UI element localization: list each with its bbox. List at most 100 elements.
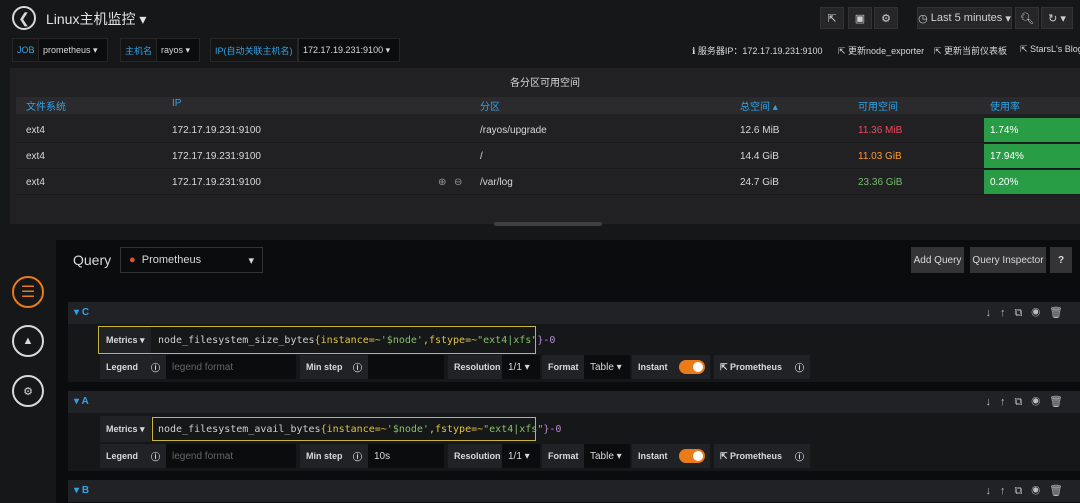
server-ip-link[interactable]: ℹ 服务器IP：172.17.19.231:9100 [692, 44, 823, 57]
query-letter: ▾ B [74, 485, 90, 496]
zoom-in-icon[interactable]: ⊕ [438, 177, 446, 188]
cell-total: 24.7 GiB [740, 177, 779, 188]
top-navbar: ❮ Linux主机监控 ▾ ⇱ ▣ ⚙ ◷ Last 5 minutes ▾ 🔍… [0, 0, 1080, 36]
info-icon: ⓘ [352, 362, 362, 373]
cell-available: 11.03 GiB [858, 151, 902, 162]
col-mount[interactable]: 分区 [480, 98, 500, 114]
query-tools[interactable]: ↓↑⧉◉🗑︎ [985, 395, 1072, 409]
resolution-label: Resolution [448, 444, 507, 468]
col-usage[interactable]: 使用率 [990, 98, 1020, 114]
time-picker[interactable]: ◷ Last 5 minutes ▾ [917, 7, 1012, 29]
cell-ip: 172.17.19.231:9100 [172, 151, 261, 162]
back-icon[interactable]: ❮ [12, 6, 36, 30]
cell-total: 14.4 GiB [740, 151, 779, 162]
query-row-header-b[interactable]: ▾ B ↓↑⧉◉🗑︎ [68, 480, 1080, 502]
general-settings-icon[interactable]: ⚙ [12, 375, 44, 407]
var-select-job[interactable]: prometheus ▾ [38, 38, 108, 62]
legend-label: Legend ⓘ [100, 444, 166, 468]
prometheus-link[interactable]: ⇱ Prometheus ⓘ [714, 444, 810, 468]
cell-mount: / [480, 151, 483, 162]
var-label-job: JOB [12, 38, 40, 62]
query-expression-input[interactable]: node_filesystem_avail_bytes {instance=~ '… [153, 418, 566, 440]
query-tools[interactable]: ↓↑⧉◉🗑︎ [985, 306, 1072, 320]
instant-toggle[interactable] [679, 449, 705, 463]
format-select[interactable]: Table ▾ [584, 355, 630, 379]
var-select-ip[interactable]: 172.17.19.231:9100 ▾ [298, 38, 400, 62]
visualization-icon[interactable]: ▲ [12, 325, 44, 357]
min-step-input[interactable]: 10s [368, 444, 444, 468]
cell-usage: 1.74% [984, 118, 1080, 142]
query-inspector-button[interactable]: Query Inspector [970, 247, 1046, 273]
min-step-input[interactable] [368, 355, 444, 379]
resolution-label: Resolution [448, 355, 507, 379]
metrics-button[interactable]: Metrics ▾ [100, 327, 151, 353]
help-button[interactable]: ? [1050, 247, 1072, 273]
query-letter: ▾ A [74, 396, 89, 407]
chevron-down-icon: ▾ [248, 254, 254, 267]
min-step-label: Min step ⓘ [300, 355, 368, 379]
var-select-hostname[interactable]: rayos ▾ [156, 38, 200, 62]
update-exporter-link[interactable]: ⇱ 更新node_exporter [838, 44, 924, 57]
query-row-header-a[interactable]: ▾ A ↓↑⧉◉🗑︎ [68, 391, 1080, 413]
cell-total: 12.6 MiB [740, 125, 780, 136]
table-row: ext4 172.17.19.231:9100 /rayos/upgrade 1… [16, 118, 1080, 143]
cell-fs: ext4 [26, 151, 45, 162]
query-letter: ▾ C [74, 307, 90, 318]
share-icon[interactable]: ⇱ [820, 7, 844, 29]
zoom-out-cell-icon[interactable]: ⊖ [454, 177, 462, 188]
query-label: Query [73, 252, 112, 268]
prometheus-icon: ● [129, 254, 136, 266]
legend-input[interactable]: legend format [166, 355, 296, 379]
datasource-select[interactable]: ● Prometheus ▾ [120, 247, 263, 273]
cell-mount: /var/log [480, 177, 513, 188]
cell-mount: /rayos/upgrade [480, 125, 547, 136]
info-icon: ⓘ [352, 451, 362, 462]
table-row: ext4 172.17.19.231:9100 ⊕ ⊖ /var/log 24.… [16, 170, 1080, 195]
var-label-hostname: 主机名 [120, 38, 158, 62]
resolution-select[interactable]: 1/1 ▾ [502, 355, 540, 379]
prometheus-link[interactable]: ⇱ Prometheus ⓘ [714, 355, 810, 379]
legend-label: Legend ⓘ [100, 355, 166, 379]
save-icon[interactable]: ▣ [848, 7, 872, 29]
table-row: ext4 172.17.19.231:9100 / 14.4 GiB 11.03… [16, 144, 1080, 169]
format-select[interactable]: Table ▾ [584, 444, 630, 468]
col-available[interactable]: 可用空间 [858, 98, 898, 114]
info-icon: ⓘ [794, 451, 804, 462]
info-icon: ⓘ [150, 451, 160, 462]
cell-ip: 172.17.19.231:9100 [172, 125, 261, 136]
add-query-button[interactable]: Add Query [911, 247, 964, 273]
cell-available: 23.36 GiB [858, 177, 903, 188]
query-expression-input[interactable]: node_filesystem_size_bytes {instance=~ '$n… [153, 329, 560, 351]
cell-usage: 0.20% [984, 170, 1080, 194]
info-icon: ⓘ [150, 362, 160, 373]
settings-icon[interactable]: ⚙ [874, 7, 898, 29]
cell-usage: 17.94% [984, 144, 1080, 168]
database-icon[interactable]: ☰ [12, 276, 44, 308]
zoom-out-icon[interactable]: 🔍︎ [1015, 7, 1039, 29]
panel-title[interactable]: 各分区可用空间 [10, 74, 1080, 89]
resolution-select[interactable]: 1/1 ▾ [502, 444, 540, 468]
update-dashboard-link[interactable]: ⇱ 更新当前仪表板 [934, 44, 1007, 57]
format-label: Format [542, 355, 585, 379]
min-step-label: Min step ⓘ [300, 444, 368, 468]
legend-input[interactable]: legend format [166, 444, 296, 468]
cell-fs: ext4 [26, 125, 45, 136]
info-icon: ⓘ [794, 362, 804, 373]
blog-link[interactable]: ⇱ StarsL's Blog [1020, 44, 1080, 55]
cell-available: 11.36 MiB [858, 125, 903, 136]
panel-resize-handle[interactable] [494, 222, 602, 226]
partition-table-panel: 各分区可用空间 文件系统 IP 分区 总空间 ▴ 可用空间 使用率 ext4 1… [10, 68, 1080, 224]
refresh-icon[interactable]: ↻ ▾ [1041, 7, 1073, 29]
cell-fs: ext4 [26, 177, 45, 188]
format-label: Format [542, 444, 585, 468]
dashboard-title[interactable]: Linux主机监控 ▾ [46, 9, 146, 29]
query-row-header-c[interactable]: ▾ C ↓↑⧉◉🗑︎ [68, 302, 1080, 324]
col-ip[interactable]: IP [172, 98, 181, 114]
col-total[interactable]: 总空间 ▴ [740, 98, 778, 114]
var-label-ip: IP(自动关联主机名) [210, 38, 298, 62]
variables-row: JOB prometheus ▾ 主机名 rayos ▾ IP(自动关联主机名)… [0, 38, 1080, 64]
query-tools[interactable]: ↓↑⧉◉🗑︎ [985, 484, 1072, 498]
metrics-button[interactable]: Metrics ▾ [100, 416, 151, 442]
instant-toggle[interactable] [679, 360, 705, 374]
col-filesystem[interactable]: 文件系统 [26, 98, 66, 114]
